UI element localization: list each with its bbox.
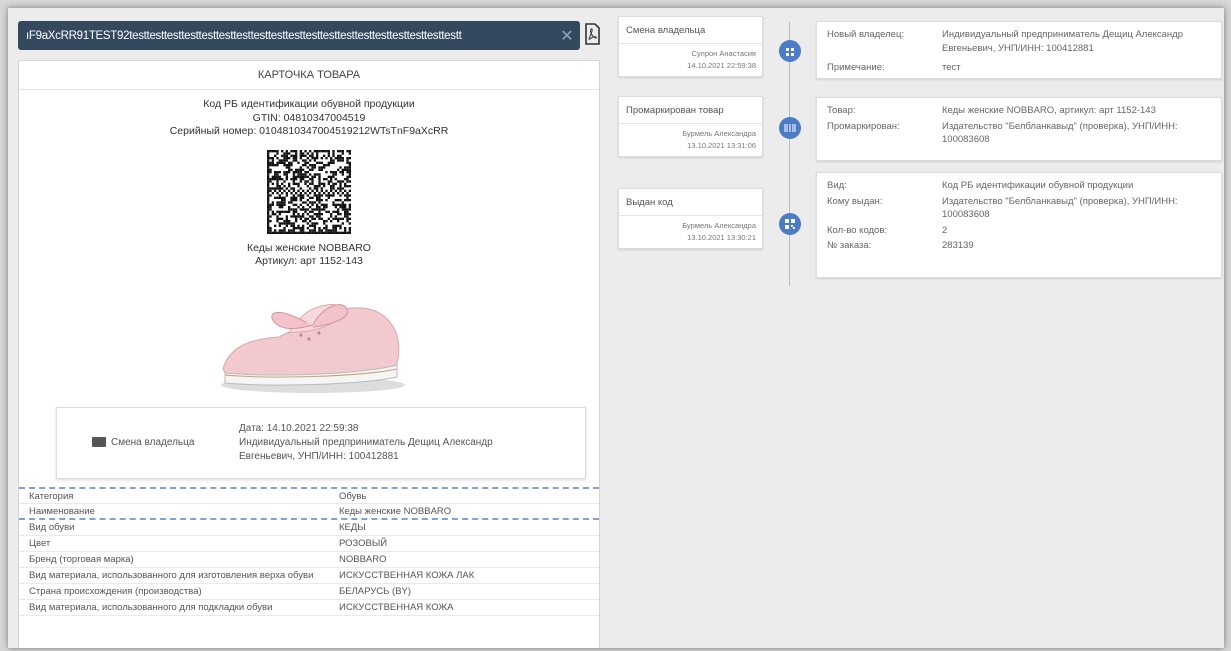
event-meta: Бурмель Александра 13.10.2021 13:30:21 xyxy=(619,215,762,248)
search-bar[interactable]: ıF9aXcRR​​91TEST​​92testtesttesttesttest… xyxy=(18,21,580,50)
event-user: Бурмель Александра xyxy=(682,221,756,230)
detail-value: 283139 xyxy=(942,240,974,251)
detail-row: Товар: Кеды женские NOBBARO, артикул: арт… xyxy=(827,104,1211,118)
owner-change-date: Дата: 14.10.2021 22:59:38 xyxy=(239,422,359,434)
detail-row: Промаркирован: Издательство "Белбланкавыд… xyxy=(827,120,1211,147)
property-row: Категория Обувь xyxy=(19,486,599,504)
owner-change-info: Дата: 14.10.2021 22:59:38 Индивидуальный… xyxy=(239,422,529,464)
datamatrix-code xyxy=(267,149,351,234)
detail-key: Вид: xyxy=(827,180,847,191)
detail-key: Новый владелец: xyxy=(827,29,905,40)
event-meta: Бурмель Александра 13.10.2021 13:31:06 xyxy=(619,123,762,156)
property-label: Бренд (торговая марка) xyxy=(29,553,134,565)
detail-key: Кол-во кодов: xyxy=(827,224,888,236)
property-label: Цвет xyxy=(29,537,51,549)
event-time: 13.10.2021 13:31:06 xyxy=(687,141,756,150)
property-value: Обувь xyxy=(339,490,367,502)
property-value: ИСКУССТВЕННАЯ КОЖА xyxy=(339,601,454,613)
code-info: Код РБ идентификации обувной продукции G… xyxy=(19,90,599,269)
detail-key: Кому выдан: xyxy=(827,195,883,207)
detail-value: Кеды женские NOBBARO, артикул: арт 1152-… xyxy=(942,105,1156,116)
product-card: КАРТОЧКА ТОВАРА Код РБ идентификации обу… xyxy=(18,60,600,648)
property-row: Цвет РОЗОВЫЙ xyxy=(19,536,599,552)
detail-key: Промаркирован: xyxy=(827,120,900,132)
detail-key: Товар: xyxy=(827,105,856,116)
property-row: Вид обуви КЕДЫ xyxy=(19,520,599,536)
property-value: БЕЛАРУСЬ (BY) xyxy=(339,585,412,597)
property-row: Бренд (торговая марка) NOBBARO xyxy=(19,552,599,568)
detail-key: № заказа: xyxy=(827,240,872,251)
detail-row: № заказа: 283139 xyxy=(827,239,1211,253)
owner-change-label-group: Смена владельца xyxy=(92,437,194,448)
product-image xyxy=(221,303,405,393)
event-time: 13.10.2021 13:30:21 xyxy=(687,233,756,242)
property-row: Вид материала, использованного для изгот… xyxy=(19,568,599,584)
detail-value: Индивидуальный предприниматель Дещиц Але… xyxy=(942,29,1183,54)
property-value: NOBBARO xyxy=(339,553,387,565)
property-value: РОЗОВЫЙ xyxy=(339,537,388,549)
detail-row: Кол-во кодов: 2 xyxy=(827,224,1211,238)
gtin: GTIN: 04810347004519 xyxy=(252,111,366,124)
timeline-event[interactable]: Выдан код Бурмель Александра 13.10.2021 13… xyxy=(618,188,763,249)
detail-value: 2 xyxy=(942,224,948,236)
detail-row: Вид: Код РБ идентификации обувной продукц… xyxy=(827,179,1211,193)
event-time: 14.10.2021 22:59:38 xyxy=(687,61,756,70)
timeline-event[interactable]: Смена владельца Супрон Анастасия 14.10.202… xyxy=(618,16,763,77)
detail-row: Кому выдан: Издательство "Белбланкавыд" (… xyxy=(827,195,1211,222)
detail-value: Издательство "Белбланкавыд" (проверка), … xyxy=(942,120,1178,146)
product-name: Кеды женские NOBBARO xyxy=(247,241,371,254)
event-meta: Супрон Анастасия 14.10.2021 22:59:38 xyxy=(619,43,762,76)
serial-number: Серийный номер: 0104810347004519212WTsTn… xyxy=(169,125,449,137)
owner-change-label: Смена владельца xyxy=(111,436,195,448)
property-row: Вид материала, использованного для подкл… xyxy=(19,600,599,616)
detail-value: Код РБ идентификации обувной продукции xyxy=(942,180,1134,191)
property-value: Кеды женские NOBBARO xyxy=(339,505,452,517)
event-details: Вид: Код РБ идентификации обувной продукц… xyxy=(816,172,1222,278)
property-label: Вид материала, использованного для подкл… xyxy=(29,601,273,613)
owner-change-icon xyxy=(92,437,106,447)
property-row: Страна происхождения (производства) БЕЛАР… xyxy=(19,584,599,600)
event-title: Промаркирован товар xyxy=(626,105,724,116)
event-details: Товар: Кеды женские NOBBARO, артикул: арт… xyxy=(816,97,1222,161)
owner-change-owner: Индивидуальный предприниматель Дещиц Але… xyxy=(239,436,493,462)
property-label: Наименование xyxy=(29,505,95,517)
event-title: Выдан код xyxy=(626,197,673,208)
event-details: Новый владелец: Индивидуальный предприним… xyxy=(816,21,1222,79)
card-title: КАРТОЧКА ТОВАРА xyxy=(19,61,599,90)
property-label: Вид материала, использованного для изгот… xyxy=(29,569,314,581)
property-row: Наименование Кеды женские NOBBARO xyxy=(19,504,599,520)
owner-change-icon xyxy=(779,40,801,62)
detail-row: Примечание: тест xyxy=(827,61,1211,75)
property-label: Вид обуви xyxy=(29,521,75,533)
clear-search-icon[interactable]: ✕ xyxy=(554,26,580,46)
property-label: Страна происхождения (производства) xyxy=(29,585,202,597)
owner-change-panel: Смена владельца Дата: 14.10.2021 22:59:3… xyxy=(56,406,586,479)
detail-key: Примечание: xyxy=(827,62,885,73)
detail-value: Издательство "Белбланкавыд" (проверка), … xyxy=(942,195,1178,221)
event-user: Супрон Анастасия xyxy=(691,49,756,58)
detail-value: тест xyxy=(942,62,961,73)
app-window: ıF9aXcRR​​91TEST​​92testtesttesttesttest… xyxy=(8,8,1224,648)
event-title: Смена владельца xyxy=(626,25,706,36)
property-label: Категория xyxy=(29,490,74,502)
product-article: Артикул: арт 1152-143 xyxy=(255,255,363,267)
property-value: ИСКУССТВЕННАЯ КОЖА ЛАК xyxy=(339,569,475,581)
properties-table: Категория Обувь Наименование Кеды женские N… xyxy=(19,486,599,616)
search-input[interactable]: ıF9aXcRR​​91TEST​​92testtesttesttesttest… xyxy=(26,30,554,42)
timeline-event[interactable]: Промаркирован товар Бурмель Александра 13.… xyxy=(618,96,763,157)
code-type: Код РБ идентификации обувной продукции xyxy=(203,98,415,110)
event-user: Бурмель Александра xyxy=(682,129,756,138)
detail-row: Новый владелец: Индивидуальный предприним… xyxy=(827,28,1211,55)
marking-icon xyxy=(779,117,801,139)
pdf-export-icon[interactable] xyxy=(584,23,600,45)
code-issued-icon xyxy=(779,213,801,235)
property-value: КЕДЫ xyxy=(339,521,366,533)
